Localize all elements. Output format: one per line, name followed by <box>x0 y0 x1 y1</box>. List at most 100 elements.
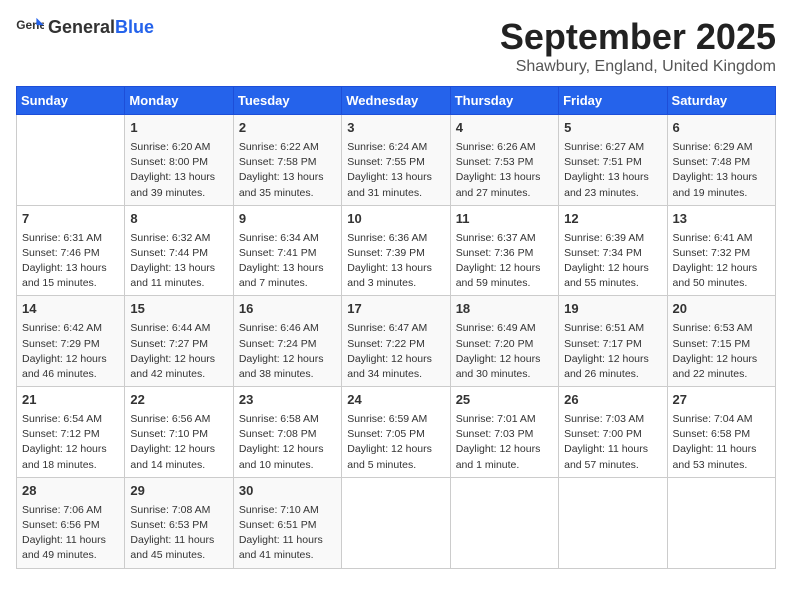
calendar-cell: 16Sunrise: 6:46 AMSunset: 7:24 PMDayligh… <box>233 296 341 387</box>
calendar-cell: 12Sunrise: 6:39 AMSunset: 7:34 PMDayligh… <box>559 205 667 296</box>
calendar-week-5: 28 Sunrise: 7:06 AMSunset: 6:56 PMDayligh… <box>17 477 776 568</box>
cell-content: Sunrise: 6:37 AMSunset: 7:36 PMDaylight:… <box>456 231 553 292</box>
calendar-cell: 4 Sunrise: 6:26 AMSunset: 7:53 PMDaylight… <box>450 115 558 206</box>
cell-content: Sunrise: 6:29 AMSunset: 7:48 PMDaylight:… <box>673 140 770 201</box>
day-number: 23 <box>239 391 336 410</box>
day-number: 2 <box>239 119 336 138</box>
calendar-cell: 13 Sunrise: 6:41 AMSunset: 7:32 PMDayligh… <box>667 205 775 296</box>
calendar-cell: 15Sunrise: 6:44 AMSunset: 7:27 PMDayligh… <box>125 296 233 387</box>
cell-content: Sunrise: 6:32 AMSunset: 7:44 PMDaylight:… <box>130 231 227 292</box>
day-number: 9 <box>239 210 336 229</box>
cell-content: Sunrise: 6:54 AMSunset: 7:12 PMDaylight:… <box>22 412 119 473</box>
day-number: 12 <box>564 210 661 229</box>
day-number: 1 <box>130 119 227 138</box>
cell-content: Sunrise: 7:04 AMSunset: 6:58 PMDaylight:… <box>673 412 770 473</box>
calendar-cell: 28 Sunrise: 7:06 AMSunset: 6:56 PMDayligh… <box>17 477 125 568</box>
cell-content: Sunrise: 6:24 AMSunset: 7:55 PMDaylight:… <box>347 140 444 201</box>
calendar-cell: 22Sunrise: 6:56 AMSunset: 7:10 PMDayligh… <box>125 387 233 478</box>
header-tuesday: Tuesday <box>233 87 341 115</box>
day-number: 6 <box>673 119 770 138</box>
location-title: Shawbury, England, United Kingdom <box>500 58 776 76</box>
calendar-cell <box>17 115 125 206</box>
calendar-cell <box>559 477 667 568</box>
day-number: 25 <box>456 391 553 410</box>
calendar-cell: 29 Sunrise: 7:08 AMSunset: 6:53 PMDayligh… <box>125 477 233 568</box>
cell-content: Sunrise: 6:26 AMSunset: 7:53 PMDaylight:… <box>456 140 553 201</box>
day-number: 14 <box>22 300 119 319</box>
calendar-cell: 18 Sunrise: 6:49 AMSunset: 7:20 PMDayligh… <box>450 296 558 387</box>
day-number: 13 <box>673 210 770 229</box>
calendar-cell <box>342 477 450 568</box>
logo: General GeneralBlue <box>16 16 154 38</box>
cell-content: Sunrise: 7:01 AMSunset: 7:03 PMDaylight:… <box>456 412 553 473</box>
cell-content: Sunrise: 7:03 AMSunset: 7:00 PMDaylight:… <box>564 412 661 473</box>
calendar-week-3: 14 Sunrise: 6:42 AMSunset: 7:29 PMDayligh… <box>17 296 776 387</box>
day-number: 17 <box>347 300 444 319</box>
cell-content: Sunrise: 6:34 AMSunset: 7:41 PMDaylight:… <box>239 231 336 292</box>
calendar-cell: 8 Sunrise: 6:32 AMSunset: 7:44 PMDaylight… <box>125 205 233 296</box>
day-number: 26 <box>564 391 661 410</box>
header-friday: Friday <box>559 87 667 115</box>
cell-content: Sunrise: 6:41 AMSunset: 7:32 PMDaylight:… <box>673 231 770 292</box>
calendar-cell: 5 Sunrise: 6:27 AMSunset: 7:51 PMDaylight… <box>559 115 667 206</box>
calendar-cell: 17Sunrise: 6:47 AMSunset: 7:22 PMDayligh… <box>342 296 450 387</box>
calendar-cell: 30 Sunrise: 7:10 AMSunset: 6:51 PMDayligh… <box>233 477 341 568</box>
day-number: 30 <box>239 482 336 501</box>
title-area: September 2025 Shawbury, England, United… <box>500 16 776 76</box>
cell-content: Sunrise: 6:31 AMSunset: 7:46 PMDaylight:… <box>22 231 119 292</box>
cell-content: Sunrise: 6:46 AMSunset: 7:24 PMDaylight:… <box>239 321 336 382</box>
calendar-cell: 10 Sunrise: 6:36 AMSunset: 7:39 PMDayligh… <box>342 205 450 296</box>
calendar-cell: 3 Sunrise: 6:24 AMSunset: 7:55 PMDaylight… <box>342 115 450 206</box>
calendar-cell: 19 Sunrise: 6:51 AMSunset: 7:17 PMDayligh… <box>559 296 667 387</box>
cell-content: Sunrise: 6:36 AMSunset: 7:39 PMDaylight:… <box>347 231 444 292</box>
cell-content: Sunrise: 6:49 AMSunset: 7:20 PMDaylight:… <box>456 321 553 382</box>
cell-content: Sunrise: 6:22 AMSunset: 7:58 PMDaylight:… <box>239 140 336 201</box>
calendar-cell: 2 Sunrise: 6:22 AMSunset: 7:58 PMDaylight… <box>233 115 341 206</box>
calendar-header-row: SundayMondayTuesdayWednesdayThursdayFrid… <box>17 87 776 115</box>
day-number: 20 <box>673 300 770 319</box>
day-number: 19 <box>564 300 661 319</box>
day-number: 29 <box>130 482 227 501</box>
calendar-cell: 21 Sunrise: 6:54 AMSunset: 7:12 PMDayligh… <box>17 387 125 478</box>
day-number: 4 <box>456 119 553 138</box>
calendar-cell: 23Sunrise: 6:58 AMSunset: 7:08 PMDayligh… <box>233 387 341 478</box>
header-monday: Monday <box>125 87 233 115</box>
header-saturday: Saturday <box>667 87 775 115</box>
calendar-week-2: 7 Sunrise: 6:31 AMSunset: 7:46 PMDaylight… <box>17 205 776 296</box>
calendar-cell: 24Sunrise: 6:59 AMSunset: 7:05 PMDayligh… <box>342 387 450 478</box>
day-number: 7 <box>22 210 119 229</box>
day-number: 27 <box>673 391 770 410</box>
cell-content: Sunrise: 6:53 AMSunset: 7:15 PMDaylight:… <box>673 321 770 382</box>
logo-icon: General <box>16 16 44 38</box>
page-header: General GeneralBlue September 2025 Shawb… <box>16 16 776 76</box>
calendar-cell: 25 Sunrise: 7:01 AMSunset: 7:03 PMDayligh… <box>450 387 558 478</box>
cell-content: Sunrise: 7:08 AMSunset: 6:53 PMDaylight:… <box>130 503 227 564</box>
cell-content: Sunrise: 7:10 AMSunset: 6:51 PMDaylight:… <box>239 503 336 564</box>
logo-blue: Blue <box>115 17 154 37</box>
day-number: 28 <box>22 482 119 501</box>
calendar-cell: 9 Sunrise: 6:34 AMSunset: 7:41 PMDaylight… <box>233 205 341 296</box>
day-number: 10 <box>347 210 444 229</box>
calendar-week-1: 1Sunrise: 6:20 AMSunset: 8:00 PMDaylight… <box>17 115 776 206</box>
header-sunday: Sunday <box>17 87 125 115</box>
cell-content: Sunrise: 6:56 AMSunset: 7:10 PMDaylight:… <box>130 412 227 473</box>
day-number: 3 <box>347 119 444 138</box>
cell-content: Sunrise: 6:51 AMSunset: 7:17 PMDaylight:… <box>564 321 661 382</box>
calendar-cell: 7 Sunrise: 6:31 AMSunset: 7:46 PMDaylight… <box>17 205 125 296</box>
cell-content: Sunrise: 6:59 AMSunset: 7:05 PMDaylight:… <box>347 412 444 473</box>
day-number: 15 <box>130 300 227 319</box>
calendar-cell: 6 Sunrise: 6:29 AMSunset: 7:48 PMDaylight… <box>667 115 775 206</box>
day-number: 11 <box>456 210 553 229</box>
calendar-cell: 27 Sunrise: 7:04 AMSunset: 6:58 PMDayligh… <box>667 387 775 478</box>
day-number: 8 <box>130 210 227 229</box>
header-thursday: Thursday <box>450 87 558 115</box>
day-number: 18 <box>456 300 553 319</box>
cell-content: Sunrise: 6:42 AMSunset: 7:29 PMDaylight:… <box>22 321 119 382</box>
month-title: September 2025 <box>500 16 776 58</box>
cell-content: Sunrise: 6:27 AMSunset: 7:51 PMDaylight:… <box>564 140 661 201</box>
day-number: 21 <box>22 391 119 410</box>
calendar-cell: 11 Sunrise: 6:37 AMSunset: 7:36 PMDayligh… <box>450 205 558 296</box>
calendar-cell <box>667 477 775 568</box>
day-number: 5 <box>564 119 661 138</box>
cell-content: Sunrise: 7:06 AMSunset: 6:56 PMDaylight:… <box>22 503 119 564</box>
